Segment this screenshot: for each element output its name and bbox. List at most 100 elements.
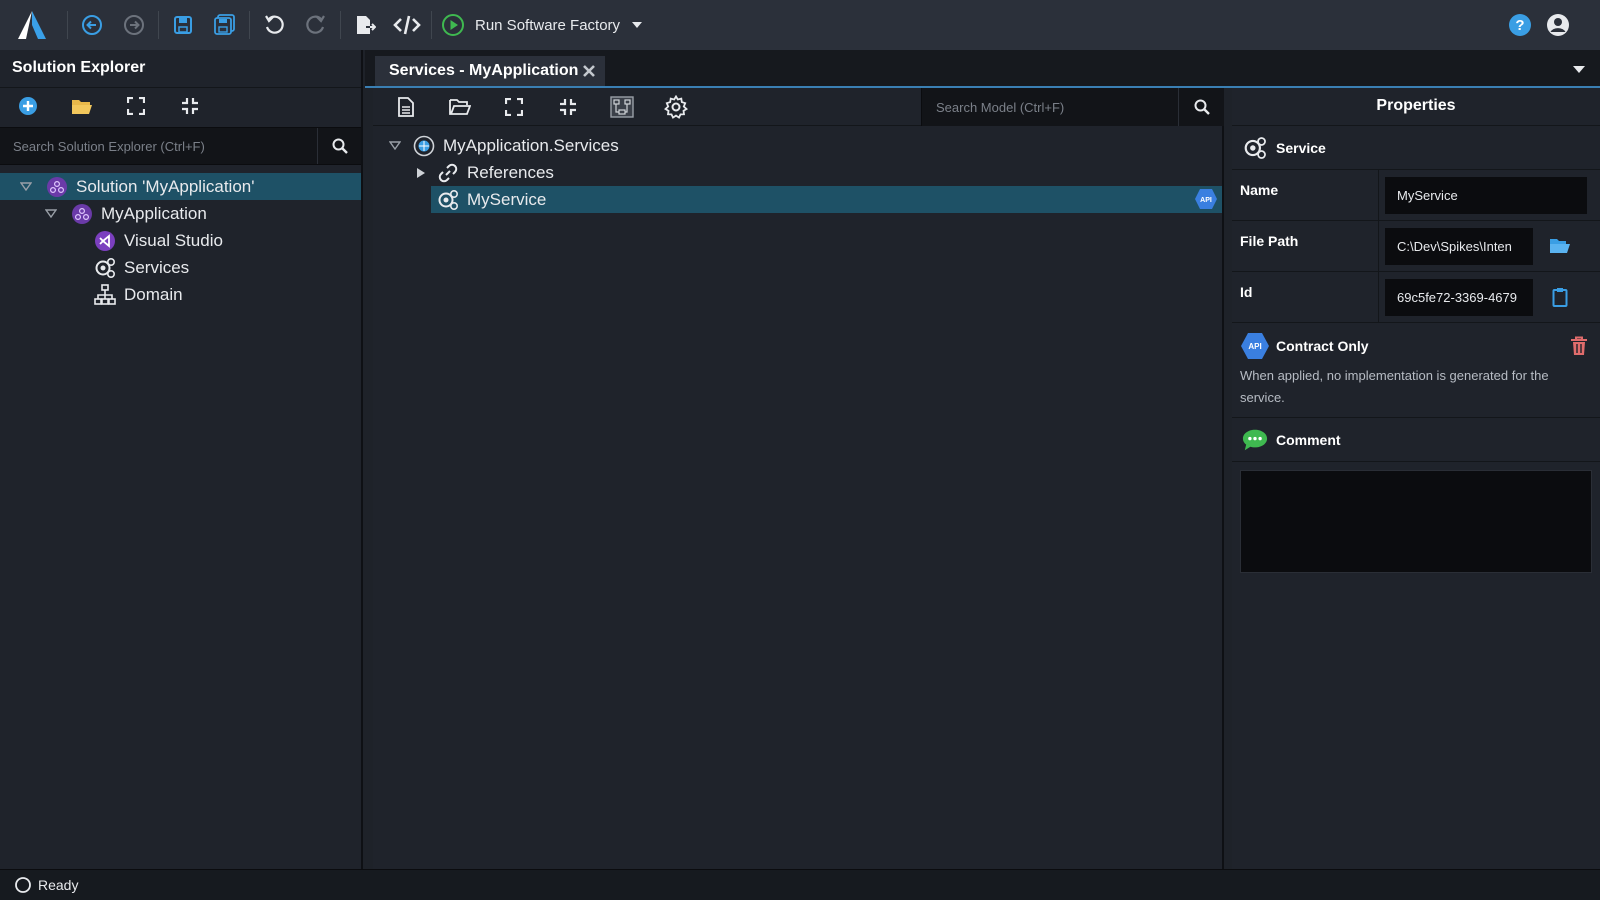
expanded-caret-icon[interactable] [43, 209, 59, 218]
back-icon[interactable] [71, 0, 113, 50]
tab-label: Services - MyApplication [389, 62, 579, 79]
tree-item-label: MyApplication.Services [443, 135, 619, 155]
svg-text:API: API [1248, 342, 1261, 351]
tree-item-label: Services [124, 257, 190, 277]
expand-all-icon[interactable] [487, 88, 541, 126]
tree-item-application[interactable]: MyApplication [0, 200, 361, 227]
id-field[interactable]: 69c5fe72-3369-4679 [1385, 278, 1533, 316]
property-label: Id [1232, 272, 1379, 322]
tab-list-dropdown[interactable] [1566, 58, 1592, 80]
stereotype-description: When applied, no implementation is gener… [1240, 368, 1549, 405]
comment-box [1240, 470, 1592, 573]
tree-item-domain[interactable]: Domain [0, 281, 361, 308]
tree-item-visual-studio[interactable]: Visual Studio [0, 227, 361, 254]
solution-search-bar [0, 127, 361, 165]
domain-icon [94, 283, 116, 306]
close-icon[interactable] [581, 63, 597, 79]
tree-item-references[interactable]: References [373, 159, 1222, 186]
model-search-input[interactable] [922, 88, 1178, 126]
solution-explorer-panel: Solution Explorer Search Solution Explor… [0, 50, 363, 869]
service-icon [1242, 135, 1268, 161]
user-icon[interactable] [1546, 13, 1570, 37]
property-label: Name [1232, 170, 1379, 220]
comment-section: Comment [1232, 418, 1600, 462]
help-icon[interactable]: ? [1508, 13, 1532, 37]
tree-item-solution[interactable]: Solution 'MyApplication' [0, 173, 361, 200]
save-all-icon[interactable] [204, 0, 246, 50]
services-icon [94, 257, 116, 279]
chevron-down-icon [1573, 65, 1585, 73]
run-software-factory-label: Run Software Factory [475, 16, 621, 34]
export-icon[interactable] [344, 0, 386, 50]
toolbar-separator [340, 11, 341, 39]
tab-services-myapplication[interactable]: Services - MyApplication [375, 56, 605, 86]
save-icon[interactable] [162, 0, 204, 50]
service-icon [437, 189, 459, 211]
stereotype-contract-only: API Contract Only When applied, no imple… [1232, 323, 1600, 418]
toolbar-separator [67, 11, 68, 39]
forward-icon[interactable] [113, 0, 155, 50]
model-editor-panel: MyApplication.Services References MyServ… [373, 88, 1224, 869]
properties-title: Properties [1232, 88, 1600, 126]
package-icon [413, 135, 435, 157]
solution-explorer-toolbar [0, 88, 361, 124]
app-window: Run Software Factory ? Solution Explorer [0, 0, 1600, 900]
collapse-all-icon[interactable] [541, 88, 595, 126]
chevron-down-icon[interactable] [632, 22, 643, 28]
browse-folder-icon[interactable] [1533, 228, 1587, 265]
svg-text:API: API [1200, 197, 1212, 204]
undo-icon[interactable] [253, 0, 295, 50]
add-icon[interactable] [10, 88, 46, 124]
expanded-caret-icon[interactable] [18, 182, 34, 191]
section-label: Service [1276, 139, 1326, 156]
editor-tab-strip: Services - MyApplication [365, 50, 1600, 88]
status-text: Ready [38, 877, 79, 893]
status-bar: Ready [0, 869, 1600, 900]
model-tree: MyApplication.Services References MyServ… [373, 126, 1222, 213]
gear-icon[interactable] [649, 88, 703, 126]
toolbar-separator [431, 11, 432, 39]
comment-title: Comment [1276, 431, 1341, 448]
link-icon [437, 162, 459, 184]
new-file-icon[interactable] [379, 88, 433, 126]
solution-explorer-title: Solution Explorer [0, 50, 361, 88]
application-icon [71, 203, 93, 225]
property-row-name: Name MyService [1232, 170, 1600, 221]
diagram-icon[interactable] [595, 88, 649, 126]
logo-icon[interactable] [0, 0, 64, 50]
run-software-factory-button[interactable]: Run Software Factory [435, 0, 648, 50]
comment-textarea[interactable] [1241, 471, 1591, 572]
open-folder-icon[interactable] [64, 88, 100, 124]
toolbar-separator [158, 11, 159, 39]
expand-all-icon[interactable] [118, 88, 154, 124]
model-search-bar [921, 88, 1224, 126]
model-toolbar [373, 88, 1224, 126]
tree-item-label: Domain [124, 284, 183, 304]
property-row-file-path: File Path C:\Dev\Spikes\Inten [1232, 221, 1600, 272]
tree-item-label: MyApplication [101, 203, 207, 223]
redo-icon[interactable] [295, 0, 337, 50]
search-icon[interactable] [1178, 88, 1224, 126]
expanded-caret-icon[interactable] [387, 141, 403, 150]
visual-studio-icon [94, 230, 116, 252]
properties-section-service: Service [1232, 126, 1600, 170]
collapse-all-icon[interactable] [172, 88, 208, 124]
clipboard-icon[interactable] [1533, 279, 1587, 316]
api-stereotype-badge: API [1194, 188, 1218, 215]
search-icon[interactable] [317, 128, 361, 164]
property-row-id: Id 69c5fe72-3369-4679 [1232, 272, 1600, 323]
api-stereotype-icon: API [1240, 331, 1270, 361]
toolbar-separator [249, 11, 250, 39]
delete-icon[interactable] [1568, 334, 1590, 358]
open-folder-icon[interactable] [433, 88, 487, 126]
tree-item-package[interactable]: MyApplication.Services [373, 132, 1222, 159]
tree-item-services[interactable]: Services [0, 254, 361, 281]
code-icon[interactable] [386, 0, 428, 50]
name-field[interactable]: MyService [1385, 176, 1587, 214]
solution-search-input[interactable] [0, 128, 317, 164]
file-path-field[interactable]: C:\Dev\Spikes\Inten [1385, 227, 1533, 265]
status-circle-icon [15, 877, 31, 893]
collapsed-caret-icon[interactable] [413, 167, 429, 179]
tree-item-myservice[interactable]: MyService API [431, 186, 1222, 213]
tree-item-label: References [467, 162, 554, 182]
